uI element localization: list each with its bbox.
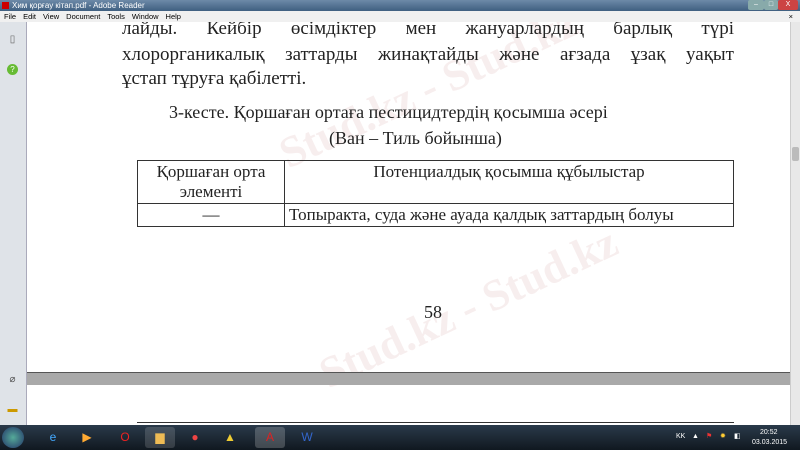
- menu-bar: File Edit View Document Tools Window Help ×: [0, 11, 800, 22]
- vertical-scrollbar[interactable]: [790, 22, 800, 425]
- word-icon[interactable]: W: [292, 427, 322, 448]
- menu-window[interactable]: Window: [132, 12, 159, 21]
- menu-tools[interactable]: Tools: [107, 12, 125, 21]
- menu-view[interactable]: View: [43, 12, 59, 21]
- comments-icon[interactable]: ▬: [7, 404, 18, 415]
- scrollbar-thumb[interactable]: [792, 147, 799, 161]
- body-text-line: лайды. Кейбір өсімдіктер мен жануарларды…: [122, 22, 734, 39]
- title-bar: Хим қорғау кітап.pdf - Adobe Reader – □ …: [0, 0, 800, 11]
- table-cell: Топыракта, суда және ауада қалдық заттар…: [284, 203, 734, 227]
- maximize-button[interactable]: □: [764, 0, 778, 10]
- menu-document[interactable]: Document: [66, 12, 100, 21]
- pages-icon[interactable]: ▯: [7, 34, 18, 45]
- page-number: 58: [424, 302, 442, 322]
- close-button[interactable]: X: [778, 0, 798, 10]
- close-document-button[interactable]: ×: [789, 11, 793, 22]
- menu-file[interactable]: File: [4, 12, 16, 21]
- minimize-button[interactable]: –: [748, 0, 764, 10]
- table-header: Қоршаған орта элементі: [137, 160, 285, 204]
- taskbar: e ▶ O ▆ ● ▲ A W KK ▲ ⚑ ✹ ◧ 20:52 03.03.2…: [0, 425, 800, 450]
- menu-help[interactable]: Help: [166, 12, 181, 21]
- media-player-icon[interactable]: ▶: [72, 427, 102, 448]
- attachment-icon[interactable]: ⌀: [7, 374, 18, 385]
- next-page-table-top: [137, 422, 734, 423]
- table-header: Потенциалдық қосымша құбылыстар: [284, 160, 734, 204]
- clock-time[interactable]: 20:52: [760, 429, 778, 436]
- table-cell: —: [137, 203, 285, 227]
- table-row: — Топыракта, суда және ауада қалдық затта…: [137, 203, 734, 227]
- page-separator: [27, 372, 790, 385]
- side-effects-table: Қоршаған орта элементі Потенциалдық қосым…: [137, 160, 734, 227]
- start-button[interactable]: [2, 427, 24, 448]
- body-text-line: хлорорганикалық заттарды жинақтайды және…: [122, 44, 734, 65]
- navigation-panel: ▯ ? ⌀ ▬: [0, 22, 27, 425]
- document-view: Stud.kz - Stud.kz Stud.kz - Stud.kz лайд…: [27, 22, 790, 425]
- volume-icon[interactable]: ◧: [734, 432, 741, 440]
- chrome-icon[interactable]: ●: [180, 427, 210, 448]
- body-text-line: ұстап тұруға қабілетті.: [122, 68, 307, 89]
- show-hidden-icons[interactable]: ▲: [692, 433, 699, 440]
- menu-edit[interactable]: Edit: [23, 12, 36, 21]
- clock-date[interactable]: 03.03.2015: [752, 439, 787, 446]
- adobe-reader-icon: [2, 2, 9, 9]
- language-indicator[interactable]: KK: [676, 433, 685, 440]
- adobe-reader-taskbar-icon[interactable]: A: [255, 427, 285, 448]
- app-icon[interactable]: ▲: [215, 427, 245, 448]
- action-center-icon[interactable]: ⚑: [706, 432, 712, 440]
- explorer-icon[interactable]: ▆: [145, 427, 175, 448]
- help-icon[interactable]: ?: [7, 64, 18, 75]
- window-title: Хим қорғау кітап.pdf - Adobe Reader: [12, 1, 145, 10]
- table-caption: 3-кесте. Қоршаған ортаға пестицидтердің …: [169, 102, 608, 122]
- network-icon[interactable]: ✹: [720, 432, 726, 440]
- table-caption-sub: (Ван – Тиль бойынша): [329, 128, 502, 148]
- ie-icon[interactable]: e: [38, 427, 68, 448]
- opera-icon[interactable]: O: [110, 427, 140, 448]
